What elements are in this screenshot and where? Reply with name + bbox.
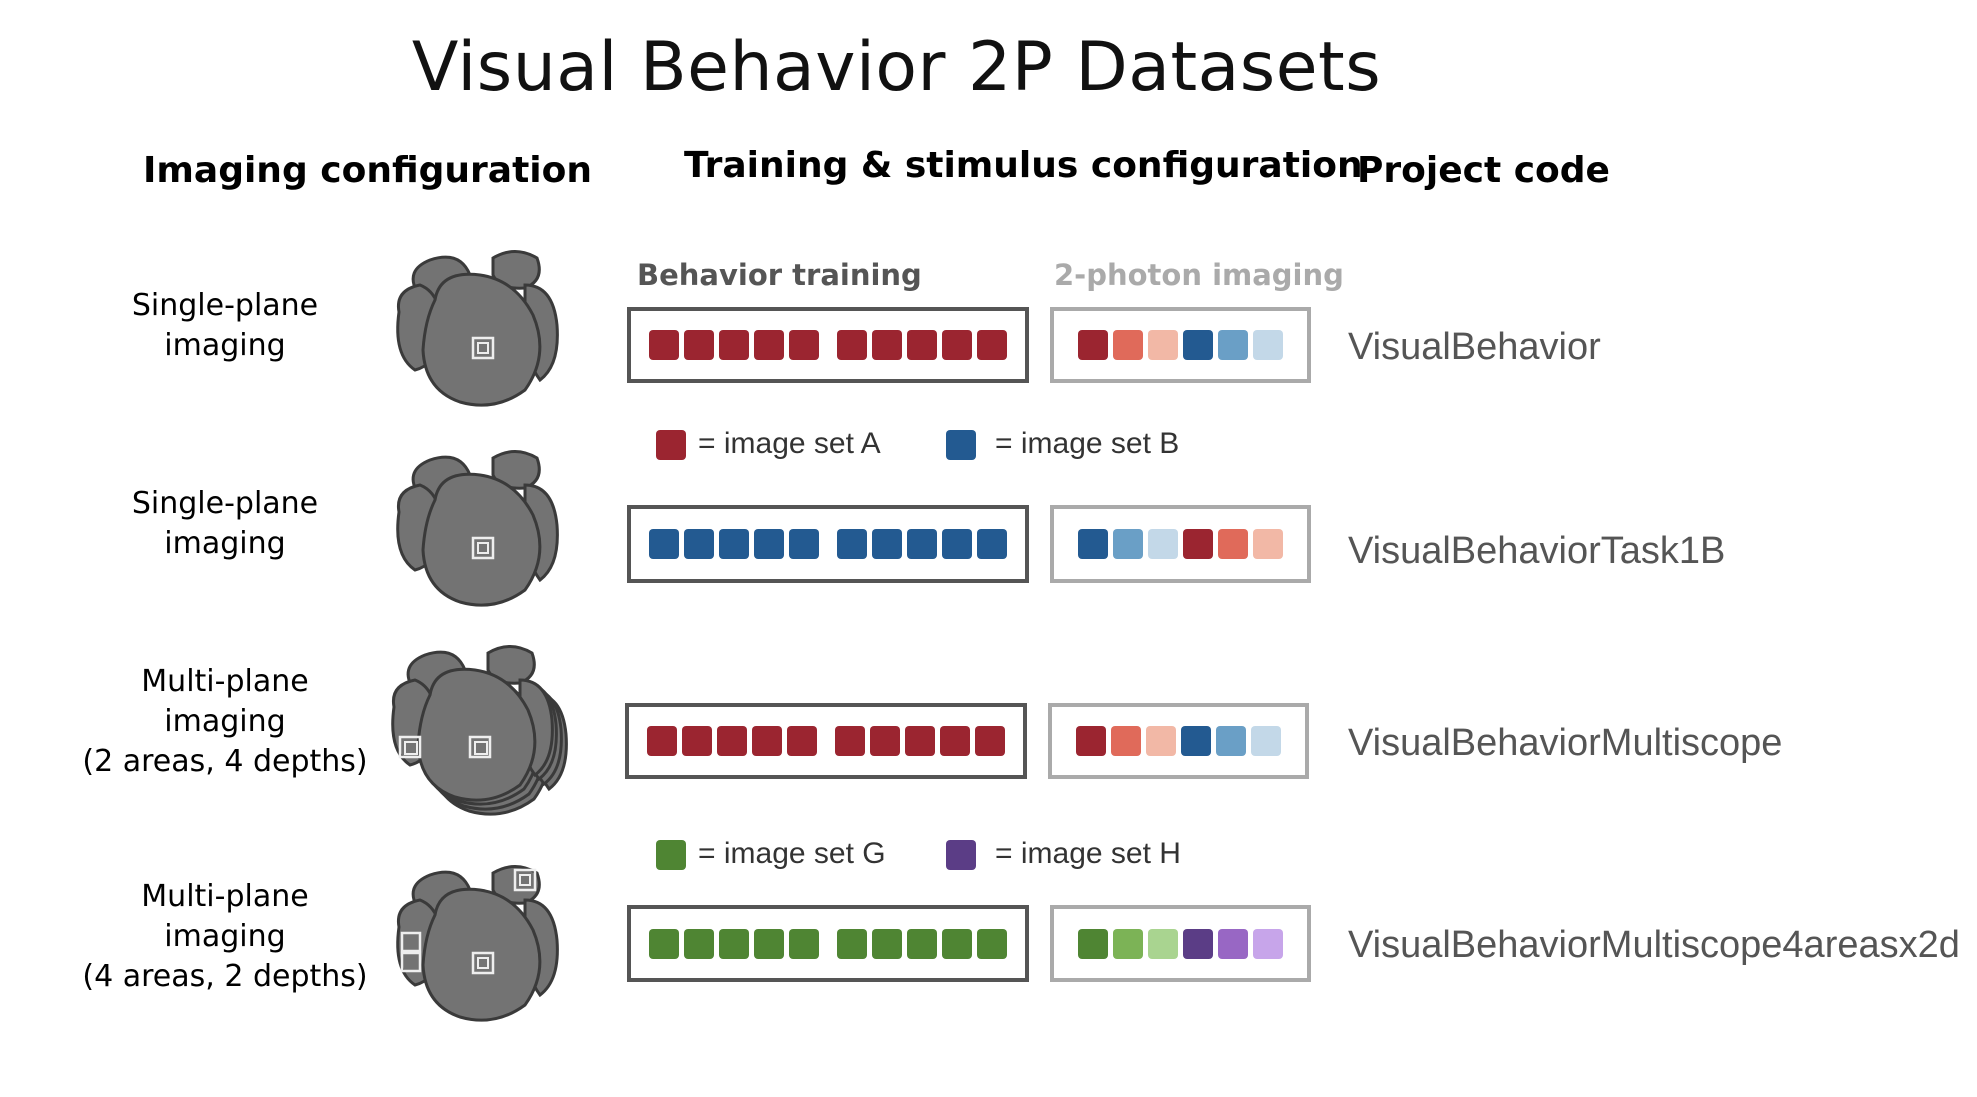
imaging-configuration-header: Imaging configuration (143, 150, 592, 191)
imaging-stimulus-square (1253, 330, 1283, 360)
training-stimulus-square (754, 330, 784, 360)
two-photon-imaging-subheader: 2-photon imaging (1054, 258, 1344, 292)
legend-swatch-b (946, 430, 976, 460)
imaging-stimulus-square (1218, 928, 1248, 959)
legend-label-a: = image set A (698, 427, 881, 460)
training-stimulus-square (835, 726, 865, 756)
imaging-stimulus-square (1148, 330, 1178, 360)
imaging-stimulus-square (1216, 726, 1246, 756)
training-stimulus-square (789, 330, 819, 360)
project-code-visualbehaviormultiscope4areasx2d: VisualBehaviorMultiscope4areasx2d (1348, 924, 1960, 966)
training-stimulus-square (719, 330, 749, 360)
training-stimulus-square (754, 928, 784, 959)
single-plane-brain-icon (396, 450, 559, 607)
legend-swatch-g (656, 840, 686, 870)
row-4-label: Multi-plane imaging (4 areas, 2 depths) (82, 879, 368, 994)
legend-swatch-h (946, 840, 976, 870)
training-stimulus-square (789, 928, 819, 959)
training-stimulus-square (975, 726, 1005, 756)
training-stimulus-square (942, 529, 972, 559)
imaging-stimulus-square (1113, 330, 1143, 360)
training-stimulus-square (977, 529, 1007, 559)
training-stimulus-square (977, 928, 1007, 959)
behavior-training-subheader: Behavior training (637, 258, 922, 292)
imaging-stimulus-square (1218, 529, 1248, 559)
training-stimulus-square (905, 726, 935, 756)
imaging-stimulus-square (1181, 726, 1211, 756)
imaging-stimulus-square (1148, 928, 1178, 959)
training-stimulus-square (907, 330, 937, 360)
imaging-stimulus-square (1111, 726, 1141, 756)
legend-label-h: = image set H (995, 837, 1181, 870)
imaging-stimulus-square (1183, 928, 1213, 959)
imaging-stimulus-square (1218, 330, 1248, 360)
training-stimulus-square (684, 330, 714, 360)
training-stimulus-square (942, 330, 972, 360)
two-photon-imaging-box (1050, 905, 1311, 982)
imaging-stimulus-square (1253, 529, 1283, 559)
two-photon-imaging-box (1050, 307, 1311, 383)
imaging-stimulus-square (1076, 726, 1106, 756)
imaging-stimulus-square (1146, 726, 1176, 756)
training-stimulus-square (872, 330, 902, 360)
two-photon-imaging-box (1048, 703, 1309, 779)
training-stimulus-square (787, 726, 817, 756)
training-stimulus-square (649, 928, 679, 959)
behavior-training-box (625, 703, 1027, 779)
legend-swatch-a (656, 430, 686, 460)
imaging-stimulus-square (1113, 928, 1143, 959)
imaging-stimulus-square (1078, 928, 1108, 959)
training-stimulus-square (837, 529, 867, 559)
training-stimulus-square (754, 529, 784, 559)
behavior-training-box (627, 505, 1029, 583)
imaging-stimulus-square (1078, 330, 1108, 360)
training-stimulus-square (789, 529, 819, 559)
project-code-visualbehavior: VisualBehavior (1348, 326, 1601, 368)
training-stimulus-square (872, 928, 902, 959)
imaging-stimulus-square (1253, 928, 1283, 959)
training-stimulus-square (719, 928, 749, 959)
training-stimulus-square (752, 726, 782, 756)
training-stimulus-square (907, 529, 937, 559)
single-plane-brain-icon (396, 250, 559, 407)
imaging-stimulus-square (1113, 529, 1143, 559)
project-code-visualbehaviormultiscope: VisualBehaviorMultiscope (1348, 722, 1783, 764)
training-stimulus-square (837, 330, 867, 360)
two-photon-imaging-box (1050, 505, 1311, 583)
training-stimulus-square (907, 928, 937, 959)
training-stimulus-header: Training & stimulus configuration (684, 145, 1363, 186)
row-3-label: Multi-plane imaging (2 areas, 4 depths) (82, 664, 368, 779)
training-stimulus-square (837, 928, 867, 959)
training-stimulus-square (872, 529, 902, 559)
training-stimulus-square (717, 726, 747, 756)
legend-label-g: = image set G (698, 837, 886, 870)
training-stimulus-square (649, 529, 679, 559)
page-title: Visual Behavior 2P Datasets (411, 28, 1382, 107)
row-2-label: Single-plane imaging (131, 486, 319, 561)
training-stimulus-square (682, 726, 712, 756)
training-stimulus-square (649, 330, 679, 360)
training-stimulus-square (940, 726, 970, 756)
imaging-stimulus-square (1078, 529, 1108, 559)
training-stimulus-square (684, 529, 714, 559)
imaging-stimulus-square (1183, 330, 1213, 360)
project-code-visualbehaviortask1b: VisualBehaviorTask1B (1348, 530, 1726, 572)
behavior-training-box (627, 307, 1029, 383)
imaging-stimulus-square (1183, 529, 1213, 559)
training-stimulus-square (647, 726, 677, 756)
training-stimulus-square (870, 726, 900, 756)
multi-plane-brain-icon (391, 645, 568, 816)
row-1-label: Single-plane imaging (131, 288, 319, 363)
imaging-stimulus-square (1251, 726, 1281, 756)
project-code-header: Project code (1357, 150, 1610, 191)
training-stimulus-square (719, 529, 749, 559)
training-stimulus-square (942, 928, 972, 959)
imaging-stimulus-square (1148, 529, 1178, 559)
legend-label-b: = image set B (995, 427, 1180, 460)
training-stimulus-square (977, 330, 1007, 360)
behavior-training-box (627, 905, 1029, 982)
training-stimulus-square (684, 928, 714, 959)
multi-plane-brain-icon (396, 865, 559, 1022)
